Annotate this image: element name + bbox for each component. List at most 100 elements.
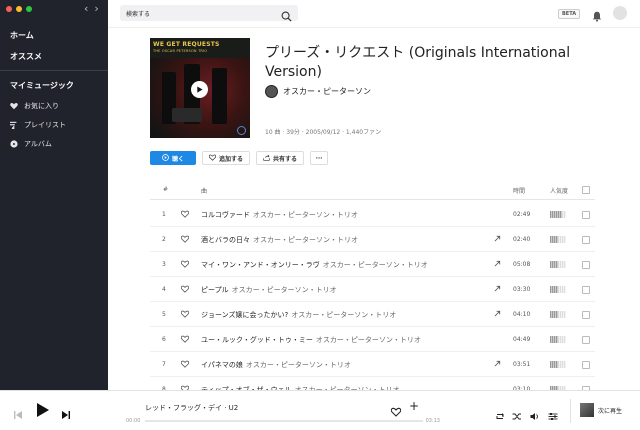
artist-name[interactable]: オスカー・ピーターソン bbox=[283, 86, 371, 97]
album-title: プリーズ・リクエスト (Originals International Vers… bbox=[265, 45, 571, 80]
previous-track-icon[interactable] bbox=[13, 405, 23, 424]
track-artist[interactable]: オスカー・ピーターソン・トリオ bbox=[291, 311, 396, 319]
back-arrow-icon[interactable]: ‹ bbox=[84, 2, 88, 15]
track-number: 4 bbox=[162, 286, 166, 293]
sidebar-item-favorites[interactable]: お気に入り bbox=[10, 101, 74, 111]
user-avatar[interactable] bbox=[613, 6, 627, 20]
track-checkbox[interactable] bbox=[582, 286, 590, 294]
share-icon bbox=[263, 154, 270, 163]
track-duration: 04:10 bbox=[513, 311, 531, 318]
verve-logo-icon bbox=[237, 126, 246, 135]
track-checkbox[interactable] bbox=[582, 311, 590, 319]
track-row[interactable]: 1 コルコヴァード オスカー・ピーターソン・トリオ 02:49 bbox=[150, 202, 595, 227]
more-options-button[interactable]: ··· bbox=[310, 151, 329, 165]
minimize-window-button[interactable] bbox=[16, 6, 22, 12]
favorite-heart-icon[interactable] bbox=[180, 235, 190, 245]
select-all-checkbox[interactable] bbox=[582, 186, 590, 194]
progress-bar[interactable] bbox=[145, 420, 423, 422]
sidebar-item-albums[interactable]: アルバム bbox=[10, 139, 74, 149]
track-artist[interactable]: オスカー・ピーターソン・トリオ bbox=[323, 261, 428, 269]
cover-play-button[interactable] bbox=[191, 81, 208, 98]
favorite-heart-icon[interactable] bbox=[180, 310, 190, 320]
popularity-bar bbox=[550, 236, 566, 243]
column-song[interactable]: 曲 bbox=[201, 186, 207, 195]
sidebar-item-recommend[interactable]: オススメ bbox=[10, 51, 42, 62]
track-title[interactable]: イパネマの娘 bbox=[201, 361, 243, 369]
trending-arrow-icon bbox=[494, 310, 501, 319]
track-title[interactable]: ジョーンズ嬢に会ったかい? bbox=[201, 311, 288, 319]
notification-bell-icon[interactable] bbox=[592, 7, 602, 26]
favorite-heart-icon[interactable] bbox=[180, 335, 190, 345]
search-icon[interactable] bbox=[281, 7, 292, 26]
track-checkbox[interactable] bbox=[582, 261, 590, 269]
elapsed-time: 00:00 bbox=[126, 418, 141, 424]
album-icon bbox=[10, 140, 18, 148]
track-checkbox[interactable] bbox=[582, 361, 590, 369]
favorite-heart-icon[interactable] bbox=[390, 402, 402, 421]
player-divider bbox=[570, 399, 571, 423]
popularity-bar bbox=[550, 361, 566, 368]
maximize-window-button[interactable] bbox=[26, 6, 32, 12]
popularity-bar bbox=[550, 211, 566, 218]
track-title[interactable]: ユー・ルック・グッド・トゥ・ミー bbox=[201, 336, 313, 344]
repeat-icon[interactable] bbox=[495, 406, 505, 425]
favorite-heart-icon[interactable] bbox=[180, 260, 190, 270]
forward-arrow-icon[interactable]: › bbox=[94, 2, 98, 15]
track-artist[interactable]: オスカー・ピーターソン・トリオ bbox=[246, 361, 351, 369]
track-duration: 02:49 bbox=[513, 211, 531, 218]
next-track-icon[interactable] bbox=[61, 405, 71, 424]
add-to-playlist-icon[interactable]: + bbox=[409, 399, 419, 413]
track-checkbox[interactable] bbox=[582, 211, 590, 219]
album-meta: 10 曲 · 39分 · 2005/09/12 · 1,440ファン bbox=[265, 129, 382, 136]
popularity-bar bbox=[550, 311, 566, 318]
track-row[interactable]: 5 ジョーンズ嬢に会ったかい? オスカー・ピーターソン・トリオ 04:10 bbox=[150, 302, 595, 327]
sidebar-item-home[interactable]: ホーム bbox=[10, 30, 42, 41]
play-button-icon[interactable] bbox=[36, 402, 50, 422]
trending-arrow-icon bbox=[494, 260, 501, 269]
volume-icon[interactable] bbox=[530, 406, 540, 425]
track-artist[interactable]: オスカー・ピーターソン・トリオ bbox=[232, 286, 337, 294]
share-button[interactable]: 共有する bbox=[256, 151, 305, 165]
track-row[interactable]: 4 ピープル オスカー・ピーターソン・トリオ 03:30 bbox=[150, 277, 595, 302]
track-duration: 02:40 bbox=[513, 236, 531, 243]
track-row[interactable]: 6 ユー・ルック・グッド・トゥ・ミー オスカー・ピーターソン・トリオ 04:49 bbox=[150, 327, 595, 352]
listen-button[interactable]: 聴く bbox=[150, 151, 196, 165]
track-number: 2 bbox=[162, 236, 166, 243]
favorite-heart-icon[interactable] bbox=[180, 210, 190, 220]
track-checkbox[interactable] bbox=[582, 336, 590, 344]
column-popularity[interactable]: 人気度 bbox=[550, 186, 568, 195]
add-button[interactable]: 追加する bbox=[202, 151, 251, 165]
track-row[interactable]: 2 酒とバラの日々 オスカー・ピーターソン・トリオ 02:40 bbox=[150, 227, 595, 252]
album-cover-title: WE GET REQUESTS bbox=[153, 41, 220, 48]
track-duration: 04:49 bbox=[513, 336, 531, 343]
close-window-button[interactable] bbox=[6, 6, 12, 12]
track-title[interactable]: コルコヴァード bbox=[201, 211, 250, 219]
track-title[interactable]: ピープル bbox=[201, 286, 229, 294]
track-checkbox[interactable] bbox=[582, 236, 590, 244]
search-input[interactable]: 検索する bbox=[120, 5, 298, 22]
popularity-bar bbox=[550, 261, 566, 268]
track-artist[interactable]: オスカー・ピーターソン・トリオ bbox=[316, 336, 421, 344]
album-cover[interactable]: WE GET REQUESTS THE OSCAR PETERSON TRIO bbox=[150, 38, 250, 138]
add-label: 追加する bbox=[219, 155, 244, 163]
track-title[interactable]: マイ・ワン・アンド・オンリー・ラヴ bbox=[201, 261, 320, 269]
track-row[interactable]: 3 マイ・ワン・アンド・オンリー・ラヴ オスカー・ピーターソン・トリオ 05:08 bbox=[150, 252, 595, 277]
favorite-heart-icon[interactable] bbox=[180, 285, 190, 295]
shuffle-icon[interactable] bbox=[512, 406, 522, 425]
track-number: 7 bbox=[162, 361, 166, 368]
track-title[interactable]: 酒とバラの日々 bbox=[201, 236, 250, 244]
favorite-heart-icon[interactable] bbox=[180, 360, 190, 370]
up-next-button[interactable]: 次に再生 bbox=[580, 403, 622, 417]
play-circle-icon bbox=[162, 153, 169, 163]
sidebar-item-playlists[interactable]: プレイリスト bbox=[10, 120, 74, 130]
sidebar-my-music[interactable]: マイミュージック bbox=[10, 80, 74, 91]
track-artist[interactable]: オスカー・ピーターソン・トリオ bbox=[253, 211, 358, 219]
popularity-bar bbox=[550, 336, 566, 343]
search-placeholder: 検索する bbox=[126, 11, 151, 18]
column-time[interactable]: 時間 bbox=[513, 186, 525, 195]
equalizer-icon[interactable] bbox=[548, 406, 558, 425]
track-artist[interactable]: オスカー・ピーターソン・トリオ bbox=[253, 236, 358, 244]
album-artist[interactable]: オスカー・ピーターソン bbox=[265, 85, 371, 98]
track-row[interactable]: 7 イパネマの娘 オスカー・ピーターソン・トリオ 03:51 bbox=[150, 352, 595, 377]
now-playing-title[interactable]: レッド・フラッグ・デイ · U2 bbox=[145, 403, 238, 413]
